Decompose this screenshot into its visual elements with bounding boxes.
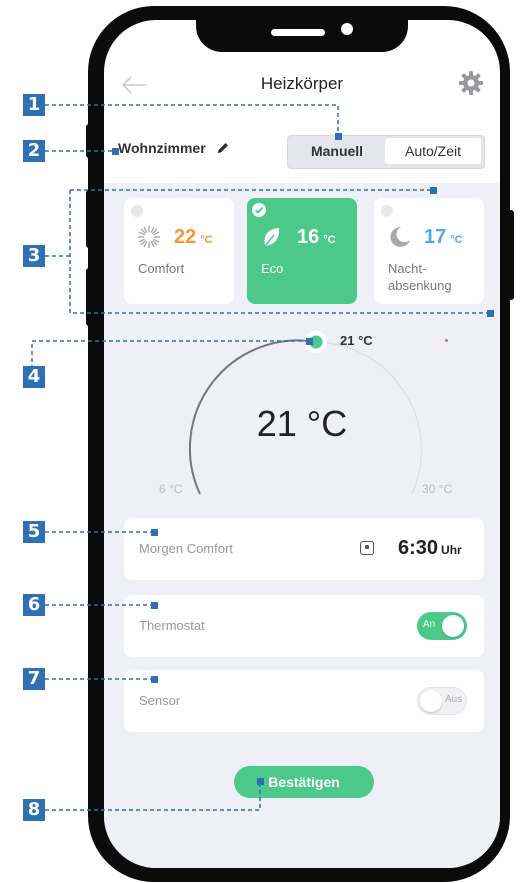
callout-marker [151, 602, 158, 609]
callout-number: 7 [23, 668, 45, 690]
callout-marker [487, 310, 494, 317]
callout-number: 2 [23, 140, 45, 162]
callout-number: 1 [23, 94, 45, 116]
callout-lines [31, 104, 490, 811]
callout-marker [151, 676, 158, 683]
callout-marker [257, 778, 264, 785]
callout-number: 3 [23, 245, 45, 267]
callout-number: 4 [23, 366, 45, 388]
callout-marker [151, 529, 158, 536]
callout-marker [335, 133, 342, 140]
callout-marker [306, 338, 313, 345]
callout-marker [112, 148, 119, 155]
callout-number: 6 [23, 594, 45, 616]
callout-number: 5 [23, 521, 45, 543]
callout-number: 8 [23, 799, 45, 821]
callout-marker [430, 187, 437, 194]
